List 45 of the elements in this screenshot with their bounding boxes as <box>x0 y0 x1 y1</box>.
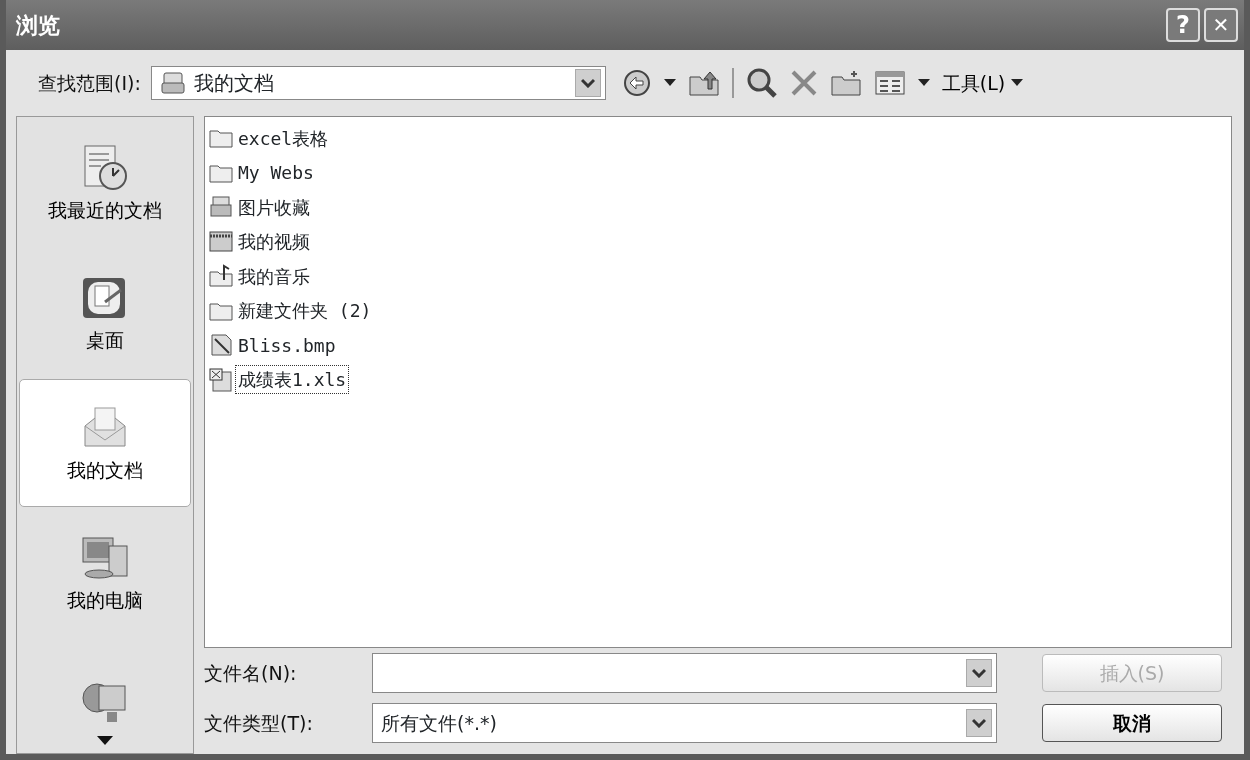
file-name-label: 文件名(N): <box>204 660 298 686</box>
close-button[interactable]: ✕ <box>1204 8 1238 42</box>
search-icon[interactable] <box>745 67 778 99</box>
dropdown-icon[interactable] <box>972 718 986 728</box>
file-name[interactable]: My Webs <box>235 158 317 188</box>
tools-menu[interactable]: 工具(L) <box>941 68 1024 98</box>
file-name[interactable]: 图片收藏 <box>235 192 313 222</box>
file-type-label: 文件类型(T): <box>204 710 314 736</box>
file-name[interactable]: 成绩表1.xls <box>235 365 350 395</box>
cancel-button[interactable]: 取消 <box>1042 704 1222 742</box>
file-name[interactable]: Bliss.bmp <box>235 330 339 360</box>
music-folder-icon[interactable] <box>209 264 233 289</box>
file-name[interactable]: excel表格 <box>235 123 332 153</box>
document-icon <box>159 71 186 95</box>
file-name-field[interactable] <box>372 653 997 693</box>
caret-icon[interactable] <box>917 79 930 87</box>
places-item[interactable]: 我的文档 <box>19 379 191 507</box>
file-name[interactable]: 我的视频 <box>235 227 313 257</box>
caret-icon[interactable] <box>663 79 676 87</box>
places-item[interactable]: 桌面 <box>19 249 191 377</box>
dropdown-icon[interactable] <box>972 668 986 678</box>
separator-icon <box>731 68 734 98</box>
places-item[interactable]: 我最近的文档 <box>19 119 191 247</box>
look-in-label: 查找范围(I): <box>38 70 141 96</box>
file-type-dropdown[interactable]: 所有文件(*.*) <box>372 703 997 743</box>
views-icon[interactable] <box>873 69 906 97</box>
new-folder-icon[interactable] <box>829 69 862 97</box>
places-item[interactable]: 我的电脑 <box>19 509 191 637</box>
scroll-down-icon[interactable] <box>97 736 113 745</box>
file-name[interactable]: 我的音乐 <box>235 261 313 291</box>
window-title: 浏览 <box>16 11 61 40</box>
look-in-combo[interactable]: 我的文档 <box>150 66 606 100</box>
up-folder-icon[interactable] <box>687 69 720 97</box>
file-name[interactable]: 新建文件夹 (2) <box>235 296 375 326</box>
back-icon[interactable] <box>621 68 652 98</box>
help-button[interactable]: ? <box>1166 8 1200 42</box>
file-type-value: 所有文件(*.*) <box>381 710 498 736</box>
look-in-value: 我的文档 <box>193 70 275 97</box>
video-folder-icon[interactable] <box>209 229 233 254</box>
dropdown-icon[interactable] <box>580 78 595 88</box>
pictures-folder-icon[interactable] <box>209 195 233 220</box>
spreadsheet-file-icon[interactable] <box>209 367 233 392</box>
caret-icon <box>1011 79 1024 87</box>
delete-icon[interactable] <box>789 69 818 97</box>
image-file-icon[interactable] <box>209 333 233 358</box>
